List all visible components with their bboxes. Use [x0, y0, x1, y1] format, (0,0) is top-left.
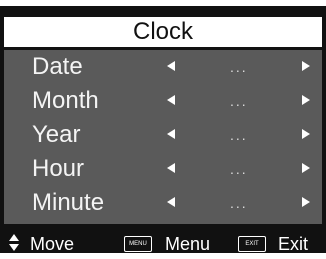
menu-key-icon[interactable]: MENU [124, 236, 152, 252]
row-label: Date [32, 53, 83, 80]
row-month[interactable]: Month ... [4, 84, 322, 118]
left-arrow-icon[interactable] [167, 129, 175, 139]
osd-window: Clock Date ... Month ... Year ... Hour .… [0, 6, 326, 254]
row-value: ... [230, 195, 248, 211]
left-arrow-icon[interactable] [167, 95, 175, 105]
left-arrow-icon[interactable] [167, 197, 175, 207]
left-arrow-icon[interactable] [167, 163, 175, 173]
move-label: Move [30, 234, 75, 254]
row-value: ... [230, 161, 248, 177]
right-arrow-icon[interactable] [302, 61, 310, 71]
row-minute[interactable]: Minute ... [4, 186, 322, 220]
row-hour[interactable]: Hour ... [4, 152, 322, 186]
right-arrow-icon[interactable] [302, 95, 310, 105]
row-label: Hour [32, 155, 85, 182]
row-value: ... [230, 93, 248, 109]
right-arrow-icon[interactable] [302, 163, 310, 173]
footer-bar: Move MENU Menu EXIT Exit [0, 228, 326, 259]
row-value: ... [230, 59, 248, 75]
menu-label: Menu [165, 234, 211, 254]
right-arrow-icon[interactable] [302, 129, 310, 139]
row-label: Year [32, 121, 81, 148]
clock-title: Clock [132, 18, 193, 45]
exit-key-icon[interactable]: EXIT [238, 236, 266, 252]
exit-label: Exit [278, 234, 309, 254]
row-value: ... [230, 127, 248, 143]
left-arrow-icon[interactable] [167, 61, 175, 71]
settings-panel: Date ... Month ... Year ... Hour ... Min… [4, 50, 322, 224]
row-date[interactable]: Date ... [4, 50, 322, 84]
up-down-arrows-icon [9, 234, 19, 252]
title-bar: Clock [4, 17, 322, 47]
right-arrow-icon[interactable] [302, 197, 310, 207]
row-label: Month [32, 87, 99, 114]
row-year[interactable]: Year ... [4, 118, 322, 152]
row-label: Minute [32, 189, 105, 216]
